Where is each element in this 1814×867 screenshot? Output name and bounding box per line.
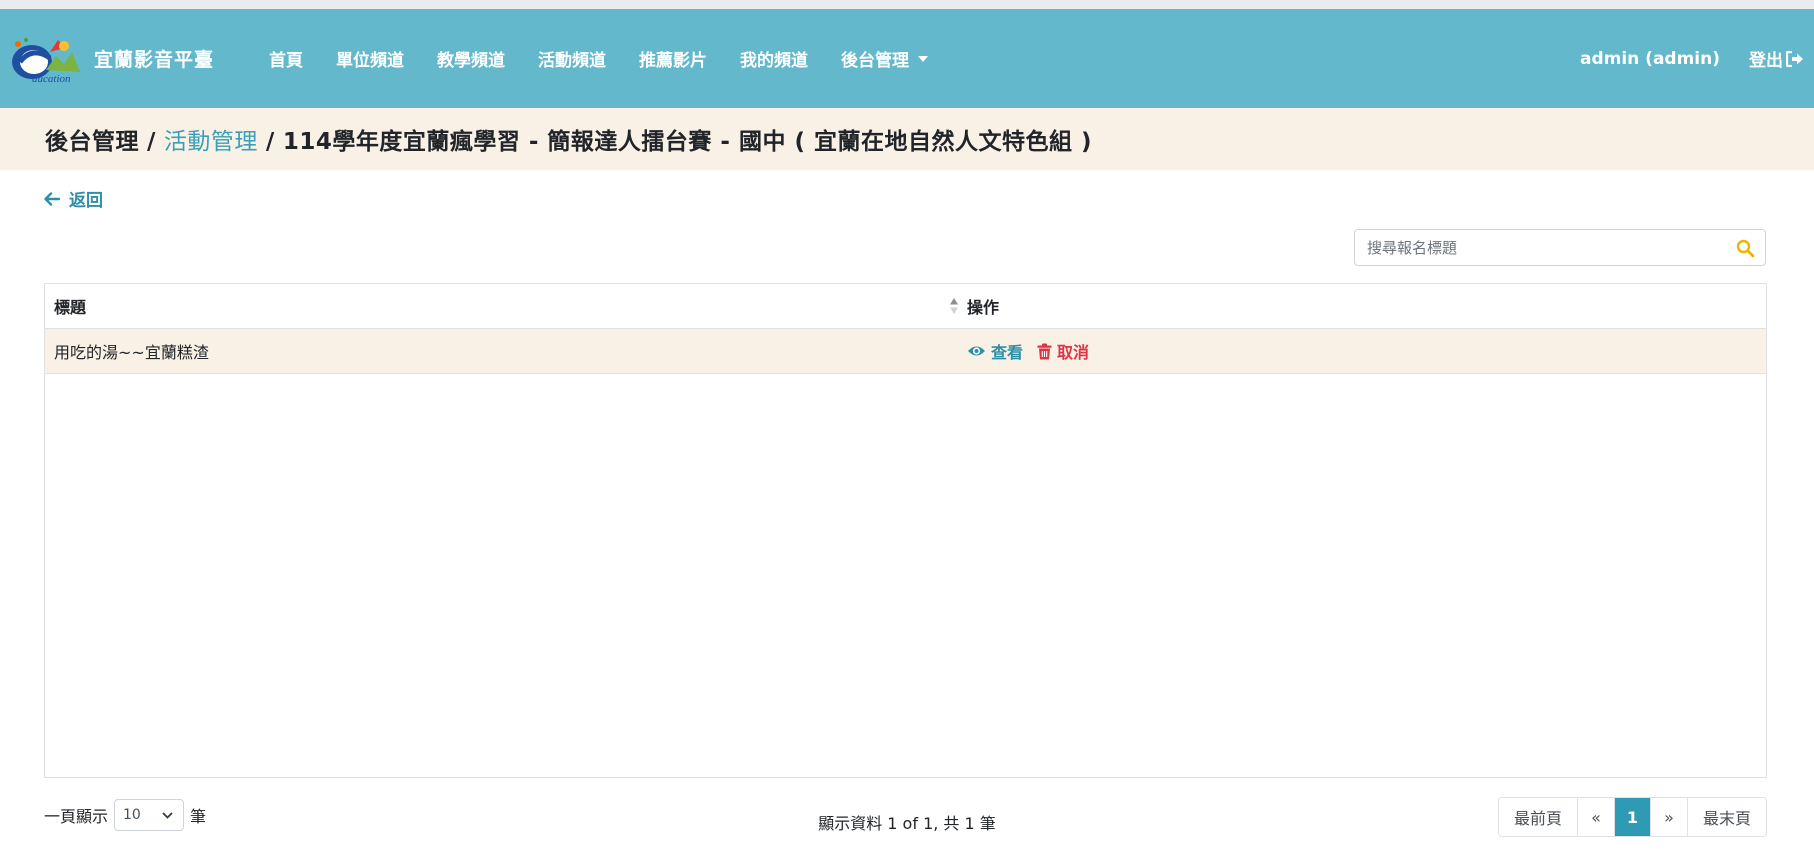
- logout-button[interactable]: 登出: [1749, 46, 1804, 71]
- brand-name[interactable]: 宜蘭影音平臺: [94, 45, 214, 72]
- nav-admin-label: 後台管理: [841, 51, 910, 71]
- breadcrumb-bar: 後台管理 / 活動管理 / 114學年度宜蘭瘋學習 - 簡報達人擂台賽 - 國中 ( 宜…: [0, 108, 1814, 170]
- sort-icon[interactable]: [949, 297, 959, 315]
- search-input[interactable]: [1355, 230, 1727, 265]
- breadcrumb-separator: /: [147, 129, 156, 155]
- svg-text:ducation: ducation: [32, 73, 71, 85]
- search-icon[interactable]: [1736, 239, 1755, 258]
- previous-page-button[interactable]: «: [1578, 798, 1615, 836]
- header-title-label: 標題: [54, 298, 87, 317]
- education-logo: ducation: [12, 37, 80, 85]
- nav-recommended-videos[interactable]: 推薦影片: [639, 46, 707, 71]
- search-box: [1354, 229, 1766, 266]
- view-label: 查看: [991, 343, 1024, 362]
- back-button[interactable]: 返回: [44, 186, 103, 211]
- arrow-left-icon: [44, 191, 60, 206]
- cancel-label: 取消: [1057, 343, 1090, 362]
- nav-teaching-channel[interactable]: 教學頻道: [437, 46, 505, 71]
- first-page-button[interactable]: 最前頁: [1499, 798, 1578, 836]
- top-strip: [0, 0, 1814, 9]
- nav-admin-dropdown[interactable]: 後台管理: [841, 46, 929, 71]
- brand[interactable]: ducation 宜蘭影音平臺: [6, 32, 214, 86]
- view-button[interactable]: 查看: [967, 339, 1023, 363]
- navbar: ducation 宜蘭影音平臺 首頁 單位頻道 教學頻道 活動頻道 推薦影片 我…: [0, 9, 1814, 108]
- row-title: 用吃的湯~~宜蘭糕渣: [54, 343, 209, 362]
- header-actions-label: 操作: [967, 298, 1000, 317]
- nav-home[interactable]: 首頁: [269, 46, 303, 71]
- breadcrumb-root: 後台管理: [45, 129, 139, 155]
- nav-unit-channel[interactable]: 單位頻道: [336, 46, 404, 71]
- table-row: 用吃的湯~~宜蘭糕渣 查看 取消: [45, 329, 1766, 374]
- back-label: 返回: [69, 191, 103, 211]
- header-title-column[interactable]: 標題: [45, 284, 967, 328]
- header-actions-column: 操作: [967, 294, 999, 318]
- row-actions: 查看 取消: [967, 339, 1089, 363]
- current-user[interactable]: admin (admin): [1580, 49, 1720, 69]
- registrations-table: 標題 操作 用吃的湯~~宜蘭糕渣 查看 取消: [44, 283, 1767, 778]
- current-page-button[interactable]: 1: [1615, 798, 1651, 836]
- pagination: 最前頁 « 1 » 最末頁: [1498, 797, 1767, 837]
- nav-my-channel[interactable]: 我的頻道: [740, 46, 808, 71]
- breadcrumb-activity-management-link[interactable]: 活動管理: [164, 129, 258, 155]
- trash-icon: [1037, 343, 1052, 359]
- breadcrumb-separator: /: [265, 129, 275, 155]
- last-page-button[interactable]: 最末頁: [1688, 798, 1766, 836]
- cancel-button[interactable]: 取消: [1037, 339, 1089, 363]
- table-header: 標題 操作: [45, 284, 1766, 329]
- logout-label: 登出: [1749, 51, 1783, 71]
- main-nav: 首頁 單位頻道 教學頻道 活動頻道 推薦影片 我的頻道 後台管理: [269, 46, 961, 71]
- breadcrumb-current: 114學年度宜蘭瘋學習 - 簡報達人擂台賽 - 國中 ( 宜蘭在地自然人文特色組…: [282, 129, 1092, 155]
- nav-activity-channel[interactable]: 活動頻道: [538, 46, 606, 71]
- sign-out-icon: [1786, 50, 1803, 67]
- table-footer: 一頁顯示 10 筆 顯示資料 1 of 1, 共 1 筆 最前頁 « 1 » 最…: [0, 795, 1814, 840]
- caret-down-icon: [918, 55, 929, 62]
- breadcrumb: 後台管理 / 活動管理 / 114學年度宜蘭瘋學習 - 簡報達人擂台賽 - 國中 ( 宜…: [45, 122, 1092, 156]
- next-page-button[interactable]: »: [1651, 798, 1688, 836]
- nav-right: admin (admin) 登出: [1580, 9, 1804, 108]
- eye-icon: [968, 346, 985, 356]
